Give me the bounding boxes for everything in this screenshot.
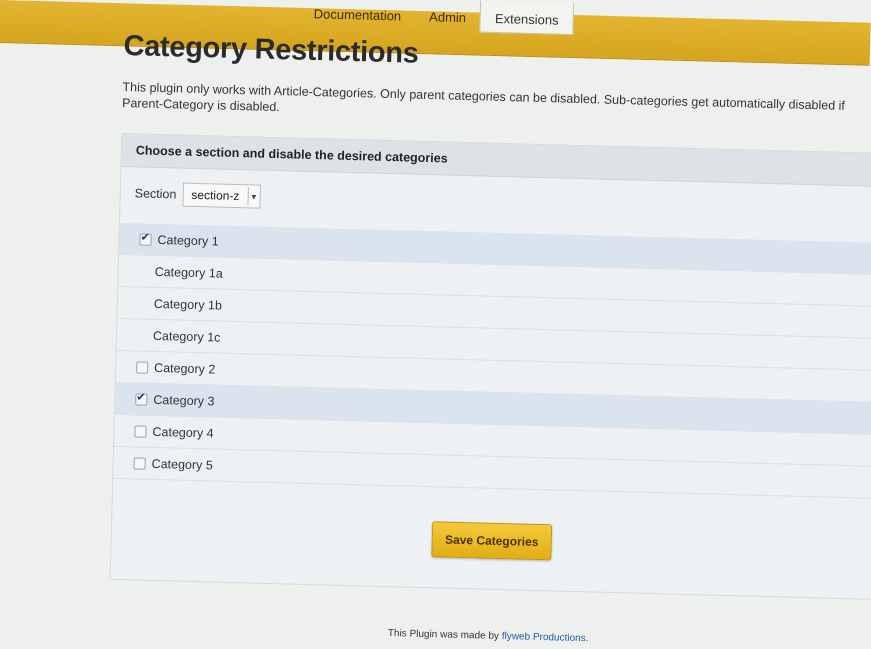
nav-documentation[interactable]: Documentation <box>299 0 415 31</box>
category-label: Category 2 <box>153 360 216 377</box>
category-checkbox[interactable] <box>134 424 147 438</box>
category-checkbox[interactable] <box>136 360 149 374</box>
category-label: Category 1c <box>152 328 221 345</box>
save-categories-button[interactable]: Save Categories <box>431 521 552 561</box>
footer: This Plugin was made by flyweb Productio… <box>388 628 589 644</box>
category-checkbox[interactable] <box>133 456 146 470</box>
nav-extensions[interactable]: Extensions <box>479 0 575 36</box>
plugin-description: This plugin only works with Article-Cate… <box>121 79 846 115</box>
section-select[interactable]: section-z ▼ <box>182 182 261 209</box>
nav-admin[interactable]: Admin <box>415 0 481 33</box>
category-checkbox[interactable] <box>139 232 152 246</box>
category-label: Category 1 <box>157 232 219 249</box>
content-area: Category Restrictions This plugin only w… <box>109 30 871 600</box>
category-label: Category 1b <box>153 296 223 313</box>
footer-link[interactable]: flyweb Productions <box>502 631 586 644</box>
category-label: Category 4 <box>152 424 214 440</box>
section-label: Section <box>134 186 177 202</box>
main-nav: Documentation Admin Extensions <box>299 0 575 36</box>
category-checkbox[interactable] <box>135 392 148 406</box>
footer-suffix: . <box>585 633 589 645</box>
category-list: Category 1 Category 1a Category 1b Category… <box>113 222 871 499</box>
chevron-down-icon: ▼ <box>247 187 260 206</box>
footer-text: This Plugin was made by <box>387 628 502 642</box>
category-label: Category 5 <box>151 456 213 472</box>
section-select-value: section-z <box>191 187 240 204</box>
category-label: Category 3 <box>153 392 215 408</box>
category-panel: Choose a section and disable the desired… <box>109 132 871 600</box>
category-label: Category 1a <box>154 264 223 281</box>
